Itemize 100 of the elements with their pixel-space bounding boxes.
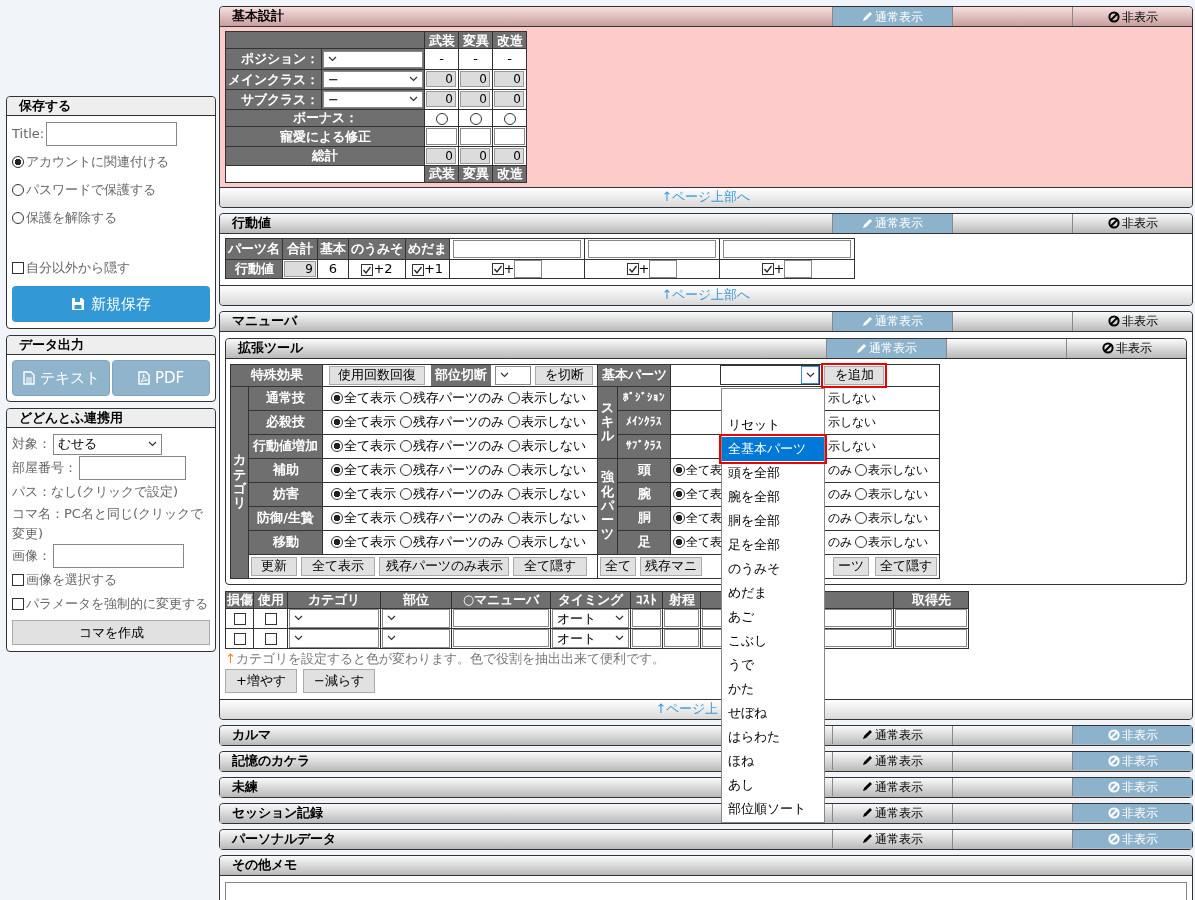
- input-field[interactable]: [426, 127, 457, 145]
- filter-button[interactable]: 残存パーツのみ表示: [379, 556, 509, 576]
- menu-item[interactable]: めだま: [722, 580, 824, 605]
- radio-button[interactable]: [400, 392, 412, 404]
- cost-field[interactable]: [632, 609, 661, 627]
- checkbox[interactable]: [12, 262, 24, 274]
- radio-button[interactable]: [331, 392, 343, 404]
- menu-item[interactable]: 胴を全部: [722, 508, 824, 533]
- radio-button[interactable]: [673, 488, 685, 500]
- menu-item[interactable]: かた: [722, 676, 824, 701]
- class-dropdown[interactable]: −: [323, 90, 423, 108]
- checkbox[interactable]: [626, 262, 639, 275]
- view-toggle-button[interactable]: 通常表示: [832, 803, 952, 822]
- checkbox[interactable]: [12, 574, 24, 586]
- filter-button[interactable]: 全て隠す: [513, 556, 587, 576]
- filter-button[interactable]: ーツ: [833, 556, 869, 576]
- image-field[interactable]: [53, 544, 184, 568]
- radio-button[interactable]: [400, 488, 412, 500]
- add-button[interactable]: を追加: [824, 365, 884, 385]
- room-field[interactable]: [79, 456, 186, 480]
- source-field[interactable]: [895, 609, 967, 627]
- radio-button[interactable]: [12, 212, 24, 224]
- checkbox[interactable]: [411, 263, 424, 276]
- class-dropdown[interactable]: [323, 50, 423, 68]
- checkbox[interactable]: [264, 613, 277, 625]
- view-toggle-button[interactable]: 非表示: [1066, 338, 1186, 358]
- view-toggle-button[interactable]: 非表示: [1072, 311, 1192, 331]
- radio-button[interactable]: [508, 392, 520, 404]
- maneuver-name-field[interactable]: [453, 629, 549, 647]
- class-dropdown[interactable]: −: [323, 70, 423, 88]
- radio-button[interactable]: [855, 536, 867, 548]
- part-name-field[interactable]: [588, 239, 716, 258]
- source-field[interactable]: [895, 629, 967, 647]
- checkbox[interactable]: [12, 598, 24, 610]
- radio-button[interactable]: [508, 512, 520, 524]
- range-field[interactable]: [664, 609, 699, 627]
- view-toggle-button[interactable]: 非表示: [1072, 7, 1192, 26]
- cost-field[interactable]: [632, 629, 661, 647]
- piece-name-link[interactable]: コマ名：PC名と同じ(クリックで変更): [12, 504, 210, 544]
- view-toggle-button[interactable]: 非表示: [1072, 213, 1192, 233]
- input-field[interactable]: [460, 127, 491, 145]
- filter-button[interactable]: 全て隠す: [875, 556, 937, 576]
- radio-button[interactable]: [12, 184, 24, 196]
- radio-button[interactable]: [400, 536, 412, 548]
- menu-item[interactable]: 頭を全部: [722, 460, 824, 485]
- radio-button[interactable]: [400, 440, 412, 452]
- basic-parts-dropdown[interactable]: [720, 365, 820, 385]
- radio-button[interactable]: [400, 464, 412, 476]
- radio-button[interactable]: [331, 488, 343, 500]
- cut-button[interactable]: を切断: [535, 365, 593, 385]
- title-field[interactable]: [46, 122, 178, 146]
- remove-row-button[interactable]: −減らす: [303, 668, 375, 693]
- radio-button[interactable]: [855, 464, 867, 476]
- radio-button[interactable]: [508, 464, 520, 476]
- menu-item[interactable]: 足を全部: [722, 532, 824, 557]
- view-toggle-button[interactable]: 通常表示: [832, 751, 952, 770]
- menu-item[interactable]: はらわた: [722, 724, 824, 749]
- input-field[interactable]: [494, 127, 525, 145]
- radio-button[interactable]: [508, 488, 520, 500]
- radio-button[interactable]: [331, 440, 343, 452]
- filter-button[interactable]: 更新: [251, 556, 297, 576]
- add-row-button[interactable]: +増やす: [225, 668, 297, 693]
- radio-button[interactable]: [508, 440, 520, 452]
- checkbox[interactable]: [361, 263, 374, 276]
- checkbox[interactable]: [233, 633, 246, 645]
- path-link[interactable]: パス：なし(クリックで設定): [12, 484, 179, 500]
- target-dropdown[interactable]: むせる: [53, 433, 162, 455]
- menu-item[interactable]: のうみそ: [722, 556, 824, 581]
- menu-item[interactable]: うで: [722, 652, 824, 677]
- radio-button[interactable]: [400, 512, 412, 524]
- filter-button[interactable]: 全て: [600, 556, 636, 576]
- checkbox[interactable]: [761, 262, 774, 275]
- range-field[interactable]: [664, 629, 699, 647]
- radio-button[interactable]: [673, 512, 685, 524]
- maneuver-name-field[interactable]: [453, 609, 549, 627]
- radio-button[interactable]: [331, 512, 343, 524]
- part-name-field[interactable]: [453, 239, 581, 258]
- radio-button[interactable]: [855, 488, 867, 500]
- radio-button[interactable]: [673, 464, 685, 476]
- menu-item[interactable]: あし: [722, 772, 824, 797]
- radio-button[interactable]: [508, 536, 520, 548]
- filter-button[interactable]: 全て表示: [301, 556, 375, 576]
- checkbox[interactable]: [264, 633, 277, 645]
- checkbox[interactable]: [491, 262, 504, 275]
- menu-item[interactable]: リセット: [722, 412, 824, 437]
- menu-item[interactable]: 全基本パーツ: [722, 436, 824, 461]
- part-name-field[interactable]: [723, 239, 851, 258]
- radio-button[interactable]: [331, 464, 343, 476]
- menu-item[interactable]: 腕を全部: [722, 484, 824, 509]
- menu-item[interactable]: あご: [722, 604, 824, 629]
- menu-item[interactable]: 部位順ソート: [722, 796, 824, 821]
- restore-button[interactable]: 使用回数回復: [329, 365, 425, 385]
- radio-button[interactable]: [855, 512, 867, 524]
- radio-button[interactable]: [435, 112, 448, 125]
- view-toggle-button[interactable]: 通常表示: [832, 725, 952, 744]
- radio-button[interactable]: [12, 156, 24, 168]
- radio-button[interactable]: [503, 112, 516, 125]
- checkbox[interactable]: [233, 613, 246, 625]
- view-toggle-button[interactable]: 通常表示: [832, 777, 952, 796]
- create-piece-button[interactable]: コマを作成: [12, 620, 210, 645]
